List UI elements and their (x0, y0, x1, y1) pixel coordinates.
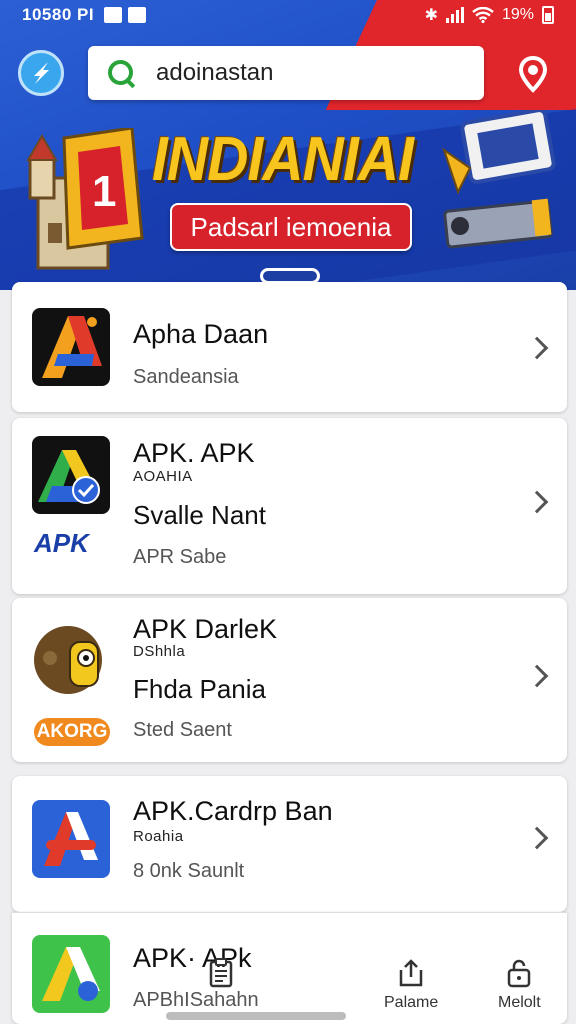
app-subtitle: APR Sabe (133, 546, 227, 568)
app-title: APK. APK (133, 438, 255, 468)
app-icon (32, 308, 110, 386)
app-developer: DShhla (133, 643, 186, 660)
chevron-right-icon (525, 336, 549, 360)
chevron-right-icon (525, 490, 549, 514)
monkey-mascot-icon (34, 626, 102, 694)
bluetooth-icon: ✱ (424, 7, 438, 24)
app-developer: AOAHIA (133, 468, 193, 485)
svg-text:1: 1 (92, 167, 116, 216)
battery-percent: 19% (501, 6, 534, 23)
nav-item-lock[interactable]: Melolt (498, 958, 541, 1012)
app-icon (32, 800, 110, 878)
app-logo-button[interactable] (18, 50, 64, 96)
battery-icon (542, 6, 554, 24)
app-icon (32, 436, 110, 514)
app-name: Fhda Pania (133, 674, 266, 704)
image-notification-icon (104, 7, 123, 23)
signal-icon (445, 7, 464, 23)
app-title: APK.Cardrp Ban (133, 796, 333, 826)
status-time: 10580 PI (22, 5, 95, 24)
list-item[interactable]: Apha Daan Sandeansia (12, 282, 567, 412)
nav-item-clipboard[interactable] (206, 958, 236, 994)
app-developer: Roahia (133, 828, 184, 845)
chevron-right-icon (525, 664, 549, 688)
list-item[interactable]: AKORG APK DarleK DShhla Fhda Pania Sted … (12, 598, 567, 762)
search-input[interactable] (156, 59, 456, 87)
lock-icon (508, 959, 531, 988)
search-bar[interactable] (88, 46, 484, 100)
share-icon (399, 959, 423, 987)
nav-item-share[interactable]: Palame (384, 958, 438, 1012)
device-illustration (443, 198, 553, 249)
status-notification-icons (104, 7, 147, 23)
banner-cta-button[interactable]: Padsarl iemoenia (170, 203, 412, 251)
location-pin-icon (518, 56, 548, 93)
app-icon (30, 618, 112, 700)
app-brand-tag: AKORG (36, 721, 108, 742)
chevron-right-icon (525, 826, 549, 850)
list-item[interactable]: APK APK. APK AOAHIA Svalle Nant APR Sabe (12, 418, 567, 594)
app-subtitle: Sted Saent (133, 719, 232, 741)
banner-title: INDIANIAI (152, 125, 414, 194)
app-brand-tag: APK (34, 528, 89, 558)
list-item[interactable]: APK.Cardrp Ban Roahia 8 0nk Saunlt (12, 776, 567, 912)
gallery-notification-icon (128, 7, 147, 23)
app-title: APK DarleK (133, 614, 278, 644)
letter-a-icon (44, 812, 98, 866)
nav-label: Melolt (498, 994, 541, 1011)
nav-label: Palame (384, 994, 439, 1011)
app-brand-tag-pill: AKORG (34, 718, 110, 746)
search-icon (106, 58, 136, 88)
wifi-icon (472, 7, 494, 23)
card-illustration (442, 110, 556, 195)
app-subtitle: 8 0nk Saunlt (133, 860, 245, 882)
home-indicator[interactable] (166, 1012, 346, 1020)
flag-illustration: 1 (62, 128, 144, 250)
triangle-check-icon (38, 450, 100, 504)
clipboard-icon (209, 958, 233, 988)
lightning-icon (34, 62, 49, 84)
status-bar: 10580 PI ✱ 19% (0, 0, 576, 30)
app-title: Apha Daan (133, 319, 269, 349)
app-subtitle: Sandeansia (133, 366, 239, 388)
notification-button[interactable] (512, 52, 554, 98)
app-name: Svalle Nant (133, 500, 266, 530)
letter-a-icon (42, 316, 102, 378)
